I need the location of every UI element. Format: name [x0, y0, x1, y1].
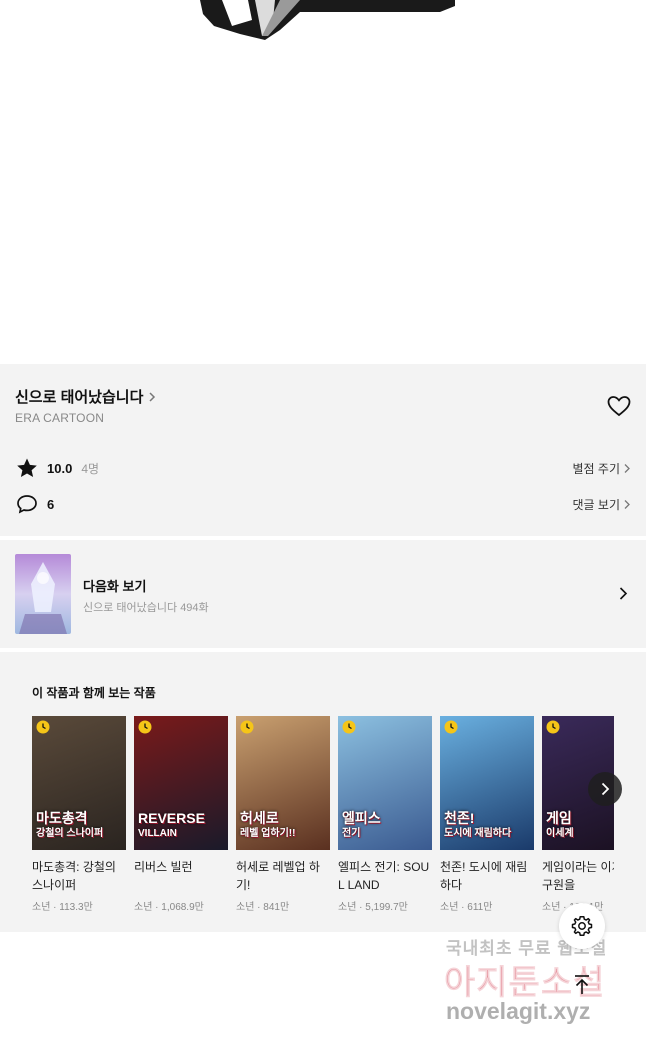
- related-title: 마도총격: 강철의 스나이퍼: [32, 860, 116, 892]
- series-title-link[interactable]: 신으로 태어났습니다: [15, 386, 157, 407]
- gear-icon: [571, 916, 593, 936]
- related-title: 게임이라는 이계에 구원을: [542, 860, 614, 892]
- clock-icon: [138, 720, 152, 734]
- series-title: 신으로 태어났습니다: [15, 389, 144, 406]
- related-series-section: 이 작품과 함께 보는 작품 마도총격 강철의 스나이퍼 마도총격: 강철의 스나…: [0, 652, 646, 932]
- arrow-up-icon: [575, 975, 589, 994]
- next-episode-button[interactable]: 다음화 보기 신으로 태어났습니다 494화: [0, 540, 646, 648]
- scroll-to-top-button[interactable]: [567, 970, 597, 1000]
- cover-title-art: 허세로 레벨 업하기!!: [240, 810, 296, 839]
- clock-icon: [342, 720, 356, 734]
- settings-button[interactable]: [559, 903, 605, 949]
- rating-score: 10.0: [47, 460, 73, 476]
- related-card[interactable]: 허세로 레벨 업하기!! 허세로 레벨업 하기! 소년 · 841만: [236, 716, 330, 913]
- chevron-right-icon: [624, 463, 630, 473]
- view-comments-label: 댓글 보기: [572, 497, 621, 512]
- next-episode-label: 다음화 보기: [83, 579, 147, 594]
- related-meta: 소년 · 1,068.9만: [134, 902, 204, 913]
- episode-artwork-fragment: [200, 0, 455, 40]
- related-card[interactable]: 천존! 도시에 재림하다 천존! 도시에 재림하다 소년 · 611만: [440, 716, 534, 913]
- chevron-right-icon: [601, 782, 610, 796]
- related-card[interactable]: 마도총격 강철의 스나이퍼 마도총격: 강철의 스나이퍼 소년 · 113.3만: [32, 716, 126, 913]
- carousel-next-button[interactable]: [588, 772, 622, 806]
- related-title: 천존! 도시에 재림하다: [440, 860, 528, 892]
- rating-count: 4명: [81, 461, 100, 476]
- related-meta: 소년 · 841만: [236, 902, 290, 913]
- cover-title-art: 천존! 도시에 재림하다: [444, 810, 512, 839]
- chevron-right-icon: [619, 587, 628, 600]
- related-meta: 소년 · 5,199.7만: [338, 902, 408, 913]
- episode-image-area: [0, 0, 646, 364]
- heart-icon[interactable]: [606, 394, 632, 418]
- related-cover: 천존! 도시에 재림하다: [440, 716, 534, 850]
- watermark-line-3: novelagit.xyz: [446, 998, 591, 1024]
- related-card[interactable]: REVERSE VILLAIN 리버스 빌런 소년 · 1,068.9만: [134, 716, 228, 913]
- comment-count: 6: [47, 496, 55, 512]
- watermark: 국내최초 무료 웹소설 아지툰소설 novelagit.xyz: [443, 930, 630, 1030]
- cover-title-art: 엘피스 전기: [342, 810, 381, 839]
- comment-icon: [17, 495, 37, 514]
- series-info-panel: 신으로 태어났습니다 ERA CARTOON 10.0 4명 별점 주기 6 댓…: [0, 364, 646, 536]
- next-episode-thumbnail: [15, 554, 71, 634]
- clock-icon: [444, 720, 458, 734]
- star-icon: [17, 458, 37, 477]
- cover-title-art: 마도총격 강철의 스나이퍼: [36, 810, 104, 839]
- related-card[interactable]: 엘피스 전기 엘피스 전기: SOUL LAND 소년 · 5,199.7만: [338, 716, 432, 913]
- clock-icon: [546, 720, 560, 734]
- chevron-right-icon: [149, 391, 156, 402]
- comment-row: 6 댓글 보기: [15, 492, 631, 516]
- related-carousel[interactable]: 마도총격 강철의 스나이퍼 마도총격: 강철의 스나이퍼 소년 · 113.3만 …: [32, 716, 614, 926]
- clock-icon: [36, 720, 50, 734]
- clock-icon: [240, 720, 254, 734]
- related-cover: REVERSE VILLAIN: [134, 716, 228, 850]
- related-card[interactable]: 게임이세계 게임이라는 이계에 구원을 소년 · 133.1만: [542, 716, 614, 913]
- cover-title-art: REVERSE VILLAIN: [138, 810, 205, 839]
- view-comments-button[interactable]: 댓글 보기: [573, 496, 632, 513]
- related-heading: 이 작품과 함께 보는 작품: [32, 686, 156, 700]
- series-author: ERA CARTOON: [15, 411, 105, 425]
- rate-button-label: 별점 주기: [572, 461, 621, 476]
- rating-row: 10.0 4명 별점 주기: [15, 456, 631, 480]
- related-title: 허세로 레벨업 하기!: [236, 860, 320, 892]
- related-cover: 엘피스 전기: [338, 716, 432, 850]
- rate-button[interactable]: 별점 주기: [573, 460, 632, 477]
- related-title: 엘피스 전기: SOUL LAND: [338, 860, 430, 892]
- related-title: 리버스 빌런: [134, 860, 193, 874]
- related-cover: 허세로 레벨 업하기!!: [236, 716, 330, 850]
- related-meta: 소년 · 611만: [440, 902, 493, 913]
- related-cover: 마도총격 강철의 스나이퍼: [32, 716, 126, 850]
- next-episode-subtitle: 신으로 태어났습니다 494화: [83, 602, 209, 614]
- chevron-right-icon: [624, 499, 630, 509]
- related-meta: 소년 · 113.3만: [32, 902, 93, 913]
- cover-title-art: 게임 이세계: [546, 810, 574, 839]
